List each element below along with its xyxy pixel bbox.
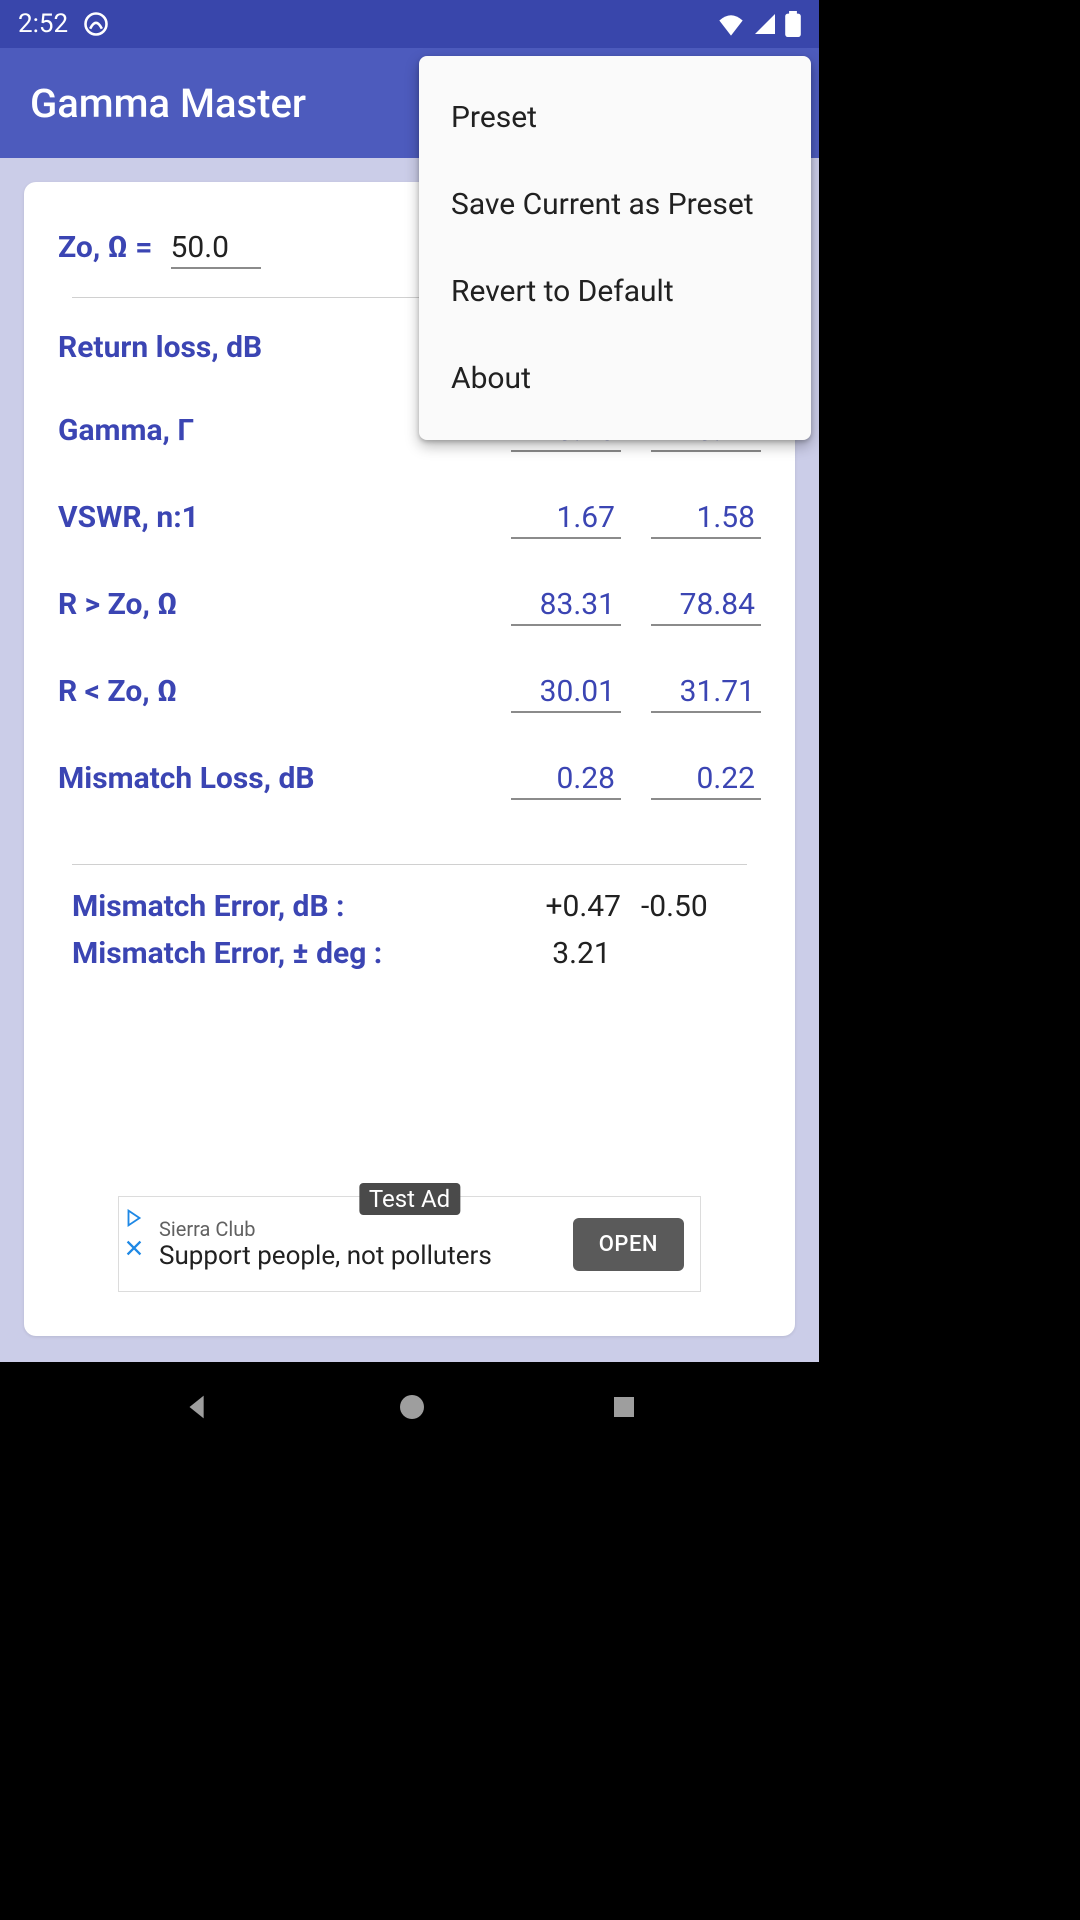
row-label: VSWR, n:1 — [58, 500, 199, 535]
row-r-gt-zo: R > Zo, Ω 83.31 78.84 — [58, 583, 761, 626]
row-value-a[interactable]: 1.67 — [511, 496, 621, 539]
row-label: R < Zo, Ω — [58, 674, 177, 709]
result-value: 3.21 — [462, 936, 761, 971]
ad-badge: Test Ad — [359, 1183, 460, 1215]
nav-recent-icon[interactable] — [609, 1392, 639, 1426]
adchoices-icon[interactable] — [123, 1207, 145, 1233]
row-mismatch-loss: Mismatch Loss, dB 0.28 0.22 — [58, 757, 761, 800]
ad-title: Sierra Club — [159, 1217, 573, 1241]
result-label: Mismatch Error, ± deg : — [72, 936, 462, 971]
signal-icon — [753, 12, 777, 36]
row-value-a[interactable]: 30.01 — [511, 670, 621, 713]
row-value-a[interactable]: 0.28 — [511, 757, 621, 800]
status-bar: 2:52 — [0, 0, 819, 48]
status-clock: 2:52 — [18, 9, 68, 39]
row-label: Return loss, dB — [58, 330, 262, 365]
result-value-pos: +0.47 — [491, 889, 621, 924]
ad-open-button[interactable]: OPEN — [573, 1218, 684, 1271]
result-label: Mismatch Error, dB : — [72, 889, 491, 924]
divider — [72, 864, 747, 865]
zo-label: Zo, Ω = — [58, 230, 153, 265]
row-label: R > Zo, Ω — [58, 587, 177, 622]
close-ad-icon[interactable] — [123, 1237, 145, 1263]
overflow-menu: Preset Save Current as Preset Revert to … — [419, 56, 811, 440]
menu-item-revert-default[interactable]: Revert to Default — [419, 248, 811, 335]
nav-back-icon[interactable] — [181, 1390, 215, 1428]
row-value-b[interactable]: 0.22 — [651, 757, 761, 800]
nav-home-icon[interactable] — [396, 1391, 428, 1427]
row-vswr: VSWR, n:1 1.67 1.58 — [58, 496, 761, 539]
do-not-disturb-icon — [82, 10, 110, 38]
ad-subtitle: Support people, not polluters — [159, 1241, 573, 1271]
menu-item-preset[interactable]: Preset — [419, 74, 811, 161]
row-value-a[interactable]: 83.31 — [511, 583, 621, 626]
row-value-b[interactable]: 1.58 — [651, 496, 761, 539]
ad-banner[interactable]: Test Ad Sierra Club Support people, not … — [118, 1196, 701, 1292]
row-value-b[interactable]: 31.71 — [651, 670, 761, 713]
result-mismatch-error-db: Mismatch Error, dB : +0.47 -0.50 — [58, 883, 761, 930]
app-title: Gamma Master — [30, 80, 306, 127]
row-r-lt-zo: R < Zo, Ω 30.01 31.71 — [58, 670, 761, 713]
wifi-icon — [717, 12, 745, 36]
battery-icon — [785, 11, 801, 37]
result-mismatch-error-deg: Mismatch Error, ± deg : 3.21 — [58, 930, 761, 977]
zo-input[interactable]: 50.0 — [171, 230, 261, 269]
row-label: Gamma, Γ — [58, 413, 194, 448]
menu-item-save-preset[interactable]: Save Current as Preset — [419, 161, 811, 248]
result-value-neg: -0.50 — [641, 889, 761, 924]
nav-bar — [0, 1362, 819, 1456]
menu-item-about[interactable]: About — [419, 335, 811, 422]
row-value-b[interactable]: 78.84 — [651, 583, 761, 626]
row-label: Mismatch Loss, dB — [58, 761, 315, 796]
